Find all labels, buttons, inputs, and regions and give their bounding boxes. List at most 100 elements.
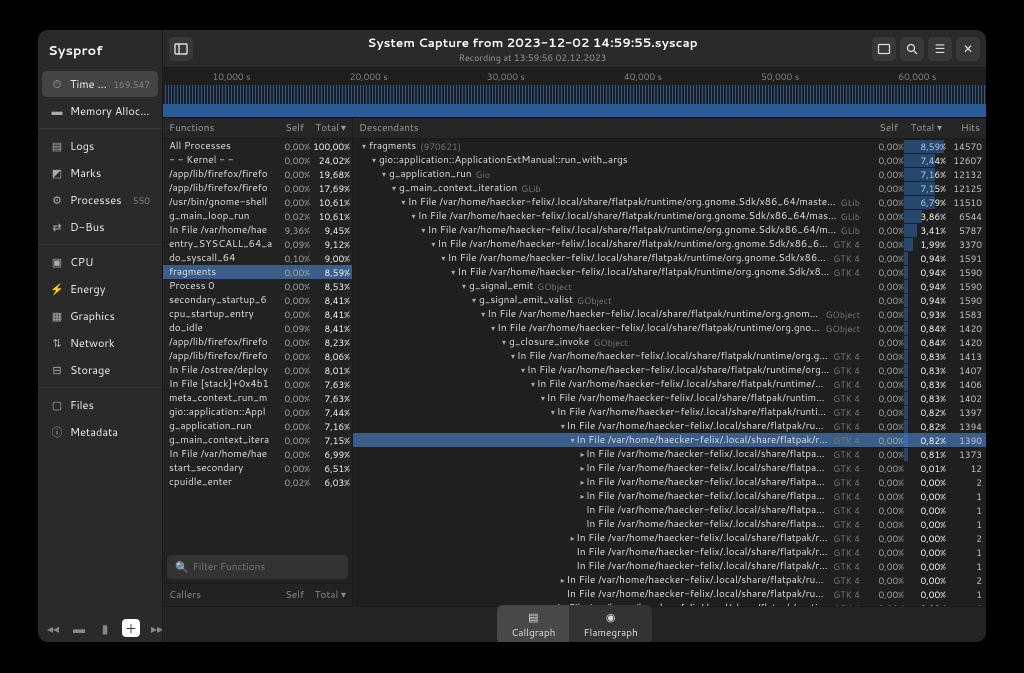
function-row[interactable]: In File /var/home/hae0,00%6,99% — [163, 447, 352, 461]
expand-icon[interactable]: ▾ — [479, 308, 487, 320]
expand-icon[interactable]: ▾ — [379, 168, 389, 180]
descendant-row[interactable]: In File /var/home/haecker-felix/.local/s… — [353, 587, 986, 601]
expand-icon[interactable]: ▸ — [579, 476, 586, 488]
expand-icon[interactable]: ▾ — [439, 252, 448, 264]
descendant-row[interactable]: ▾In File /var/home/haecker-felix/.local/… — [353, 223, 986, 237]
remove-tab-button[interactable]: ▬ — [70, 619, 88, 637]
expand-icon[interactable]: ▾ — [399, 196, 408, 208]
descendant-row[interactable]: ▾g_application_runGio0,00%7,16%12132 — [353, 167, 986, 181]
descendant-row[interactable]: In File /var/home/haecker-felix/.local/s… — [353, 559, 986, 573]
next-tab-button[interactable]: ▸▸ — [148, 619, 166, 637]
descendant-row[interactable]: In File /var/home/haecker-felix/.local/s… — [353, 545, 986, 559]
function-row[interactable]: do_syscall_640,10%9,00% — [163, 251, 352, 265]
screenshot-button[interactable] — [872, 37, 896, 61]
descendant-row[interactable]: ▾In File /var/home/haecker-felix/.local/… — [353, 209, 986, 223]
expand-icon[interactable]: ▾ — [499, 336, 509, 348]
expand-icon[interactable]: ▾ — [509, 350, 517, 362]
close-button[interactable]: ✕ — [956, 37, 980, 61]
function-row[interactable]: g_application_run0,00%7,16% — [163, 419, 352, 433]
function-row[interactable]: cpuidle_enter0,02%6,03% — [163, 475, 352, 489]
expand-icon[interactable]: ▸ — [579, 448, 586, 460]
col-total[interactable]: Total▾ — [304, 121, 346, 135]
expand-icon[interactable]: ▾ — [359, 140, 369, 152]
view-tab-flamegraph[interactable]: ◉Flamegraph — [569, 605, 651, 642]
col-descendants[interactable]: Descendants — [359, 121, 858, 135]
col-self-d[interactable]: Self — [858, 121, 898, 135]
descendant-row[interactable]: ▾In File /var/home/haecker-felix/.local/… — [353, 251, 986, 265]
callers-header[interactable]: Callers Self Total ▾ — [163, 583, 352, 606]
filter-input[interactable] — [193, 560, 340, 574]
descendant-row[interactable]: ▸In File /var/home/haecker-felix/.local/… — [353, 475, 986, 489]
function-row[interactable]: start_secondary0,00%6,51% — [163, 461, 352, 475]
expand-icon[interactable]: ▾ — [539, 392, 547, 404]
function-row[interactable]: g_main_loop_run0,02%10,61% — [163, 209, 352, 223]
sidebar-item-memory-allocations[interactable]: ▬Memory Allocations — [42, 98, 158, 124]
descendant-row[interactable]: ▾In File /var/home/haecker-felix/.local/… — [353, 405, 986, 419]
filter-functions[interactable]: 🔍 — [167, 555, 348, 579]
descendant-row[interactable]: ▾In File /var/home/haecker-felix/.local/… — [353, 377, 986, 391]
function-row[interactable]: In File [stack]+0x4b10,00%7,63% — [163, 377, 352, 391]
expand-icon[interactable]: ▾ — [409, 210, 418, 222]
sidebar-item-d-bus[interactable]: ⇄D-Bus — [42, 214, 158, 240]
expand-icon[interactable]: ▾ — [569, 434, 576, 446]
descendant-row[interactable]: ▾In File /var/home/haecker-felix/.local/… — [353, 307, 986, 321]
function-row[interactable]: /app/lib/firefox/firefo0,00%8,23% — [163, 335, 352, 349]
function-row[interactable]: fragments0,00%8,59% — [163, 265, 352, 279]
sidebar-item-files[interactable]: ▢Files — [42, 392, 158, 418]
descendant-row[interactable]: ▾In File /var/home/haecker-felix/.local/… — [353, 321, 986, 335]
descendant-row[interactable]: ▾fragments(970621)0,00%8,59%14570 — [353, 139, 986, 153]
descendant-row[interactable]: ▾In File /var/home/haecker-felix/.local/… — [353, 349, 986, 363]
expand-icon[interactable]: ▾ — [559, 420, 567, 432]
function-row[interactable]: /app/lib/firefox/firefo0,00%17,69% — [163, 181, 352, 195]
sidebar-item-cpu[interactable]: ▣CPU — [42, 249, 158, 275]
function-row[interactable]: secondary_startup_60,00%8,41% — [163, 293, 352, 307]
expand-icon[interactable]: ▸ — [569, 532, 576, 544]
sidebar-item-marks[interactable]: ◩Marks — [42, 160, 158, 186]
expand-icon[interactable]: ▾ — [519, 364, 527, 376]
function-row[interactable]: entry_SYSCALL_64_a0,09%9,12% — [163, 237, 352, 251]
descendant-row[interactable]: ▾In File /var/home/haecker-felix/.local/… — [353, 195, 986, 209]
sidebar-item-metadata[interactable]: ⓘMetadata — [42, 419, 158, 445]
expand-icon[interactable]: ▾ — [419, 224, 428, 236]
descendant-row[interactable]: ▾In File /var/home/haecker-felix/.local/… — [353, 265, 986, 279]
expand-icon[interactable]: ▾ — [369, 154, 379, 166]
col-total-d[interactable]: Total ▾ — [898, 121, 942, 135]
expand-icon[interactable]: ▸ — [579, 490, 586, 502]
function-row[interactable]: Process 00,00%8,53% — [163, 279, 352, 293]
prev-tab-button[interactable]: ◂◂ — [44, 619, 62, 637]
function-row[interactable]: do_idle0,09%8,41% — [163, 321, 352, 335]
functions-list[interactable]: All Processes0,00%100,00%- - Kernel - -0… — [163, 139, 352, 551]
function-row[interactable]: g_main_context_itera0,00%7,15% — [163, 433, 352, 447]
function-row[interactable]: - - Kernel - -0,00%24,02% — [163, 153, 352, 167]
expand-icon[interactable]: ▸ — [579, 462, 586, 474]
sidebar-item-network[interactable]: ⇅Network — [42, 330, 158, 356]
sidebar-item-storage[interactable]: ⊟Storage — [42, 357, 158, 383]
function-row[interactable]: gio::application::Appl0,00%7,44% — [163, 405, 352, 419]
add-tab-button[interactable]: ＋ — [122, 619, 140, 637]
col-functions[interactable]: Functions — [169, 121, 266, 135]
function-row[interactable]: In File /ostree/deploy0,00%8,01% — [163, 363, 352, 377]
function-row[interactable]: /app/lib/firefox/firefo0,00%8,06% — [163, 349, 352, 363]
expand-icon[interactable]: ▸ — [559, 574, 567, 586]
menu-button[interactable]: ☰ — [928, 37, 952, 61]
sidebar-item-processes[interactable]: ⚙Processes550 — [42, 187, 158, 213]
descendant-row[interactable]: ▾g_signal_emitGObject0,00%0,94%1590 — [353, 279, 986, 293]
descendant-row[interactable]: ▾In File /var/home/haecker-felix/.local/… — [353, 433, 986, 447]
descendant-row[interactable]: ▾g_closure_invokeGObject0,00%0,84%1420 — [353, 335, 986, 349]
function-row[interactable]: meta_context_run_m0,00%7,63% — [163, 391, 352, 405]
col-hits[interactable]: Hits — [942, 121, 980, 135]
descendant-row[interactable]: In File /var/home/haecker-felix/.local/s… — [353, 503, 986, 517]
descendant-row[interactable]: ▾g_main_context_iterationGLib0,00%7,15%1… — [353, 181, 986, 195]
descendant-row[interactable]: ▾g_signal_emit_valistGObject0,00%0,94%15… — [353, 293, 986, 307]
descendant-row[interactable]: ▾In File /var/home/haecker-felix/.local/… — [353, 419, 986, 433]
descendant-row[interactable]: ▾In File /var/home/haecker-felix/.local/… — [353, 363, 986, 377]
view-tab-callgraph[interactable]: ▤Callgraph — [497, 605, 569, 642]
descendant-row[interactable]: ▸In File /var/home/haecker-felix/.local/… — [353, 531, 986, 545]
descendant-row[interactable]: ▸In File /var/home/haecker-felix/.local/… — [353, 573, 986, 587]
expand-icon[interactable]: ▾ — [529, 378, 537, 390]
view-switcher[interactable]: ▤Callgraph◉Flamegraph — [497, 605, 652, 642]
expand-icon[interactable]: ▾ — [459, 280, 469, 292]
function-row[interactable]: All Processes0,00%100,00% — [163, 139, 352, 153]
expand-icon[interactable]: ▾ — [549, 406, 557, 418]
function-row[interactable]: /usr/bin/gnome-shell0,00%10,61% — [163, 195, 352, 209]
